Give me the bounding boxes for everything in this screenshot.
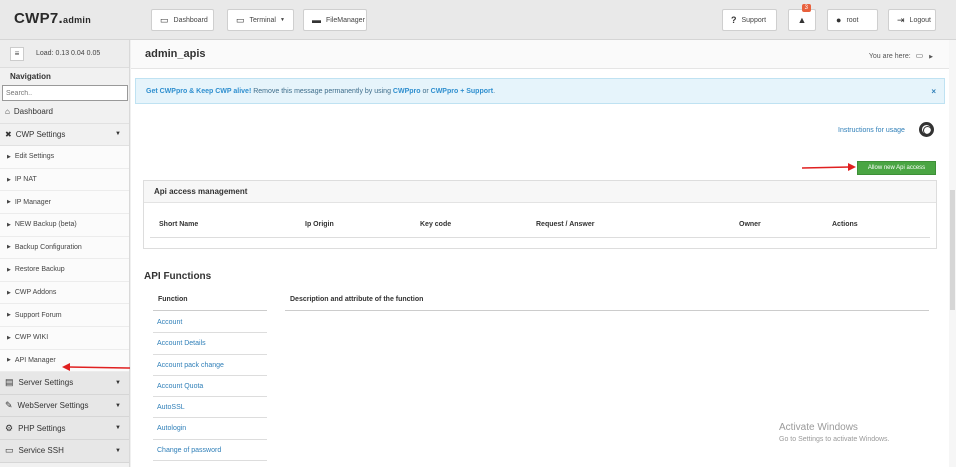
promo-alert: Get CWPpro & Keep CWP alive! Remove this… — [135, 78, 945, 104]
home-icon: ⌂ — [5, 107, 10, 117]
function-link-autologin[interactable]: Autologin — [153, 418, 267, 440]
monitor-icon: ▭ — [5, 445, 14, 456]
function-link-account-details[interactable]: Account Details — [153, 333, 267, 355]
sidebar-subitem-support-forum[interactable]: ▶ Support Forum — [0, 304, 129, 327]
support-button[interactable]: ? Support — [722, 9, 777, 31]
main-content: admin_apis You are here: ▭ ▶ Get CWPpro … — [131, 40, 949, 467]
navigation-heading: Navigation — [10, 72, 51, 81]
monitor-icon: ▭ — [160, 14, 169, 25]
caret-down-icon: ▼ — [115, 425, 121, 432]
allow-new-api-access-button[interactable]: Allow new Api access — [857, 161, 936, 175]
sidebar-subitem-cwp-addons[interactable]: ▶ CWP Addons — [0, 281, 129, 305]
caret-right-icon: ▶ — [7, 176, 11, 183]
fn-desc-divider — [285, 310, 929, 311]
notification-badge: 3 — [801, 4, 811, 12]
server-load: ≡ Load: 0.13 0.04 0.05 — [0, 40, 129, 68]
cwp-logo[interactable]: CWP7.admin — [14, 10, 91, 27]
function-link-account-quota[interactable]: Account Quota — [153, 376, 267, 398]
cwppro-support-link[interactable]: CWPpro + Support — [431, 88, 493, 95]
sidebar-item-webserver-settings[interactable]: ✎ WebServer Settings ▼ — [0, 394, 129, 418]
brush-icon: ✎ — [5, 400, 13, 411]
bell-icon: ▲ — [797, 15, 807, 25]
sidebar-item-service-ssh[interactable]: ▭ Service SSH ▼ — [0, 439, 129, 463]
lifering-icon[interactable] — [919, 122, 934, 137]
function-link-change-of-password[interactable]: Change of password — [153, 440, 267, 462]
alert-close-icon[interactable]: × — [931, 87, 936, 96]
sidebar-subitem-edit-settings[interactable]: ▶ Edit Settings — [0, 146, 129, 169]
caret-down-icon: ▼ — [279, 17, 285, 23]
sidebar: ≡ Load: 0.13 0.04 0.05 Navigation ⌂Dashb… — [0, 40, 130, 467]
user-icon: ● — [836, 15, 842, 25]
col-key-code: Key code — [420, 221, 452, 228]
windows-activation-watermark: Activate Windows Go to Settings to activ… — [779, 422, 890, 443]
caret-right-icon: ▶ — [7, 153, 11, 160]
page-scrollbar[interactable] — [949, 40, 956, 467]
function-link-account-pack-change[interactable]: Account pack change — [153, 355, 267, 376]
page-header: admin_apis You are here: ▭ ▶ — [131, 40, 949, 69]
sidebar-subitem-cwp-wiki[interactable]: ▶ CWP WIKI — [0, 326, 129, 350]
breadcrumb: You are here: ▭ ▶ — [868, 51, 933, 60]
tools-icon: ✖ — [5, 129, 12, 139]
server-icon: ≡ — [10, 46, 24, 61]
caret-right-icon: ▶ — [929, 54, 933, 60]
fn-col-description: Description and attribute of the functio… — [290, 296, 424, 303]
caret-right-icon: ▶ — [7, 199, 11, 206]
terminal-button[interactable]: ▭ Terminal ▼ — [227, 9, 294, 31]
caret-right-icon: ▶ — [7, 244, 11, 251]
sidebar-search-input[interactable] — [2, 85, 128, 101]
col-request-answer: Request / Answer — [536, 221, 595, 228]
server-icon: ▤ — [5, 377, 14, 388]
folder-icon: ▬ — [312, 15, 321, 25]
fn-divider — [153, 310, 267, 311]
col-short-name: Short Name — [159, 221, 199, 228]
gear-icon: ⚙ — [5, 422, 14, 433]
sidebar-subitem-restore-backup[interactable]: ▶ Restore Backup — [0, 259, 129, 282]
caret-down-icon: ▼ — [115, 447, 121, 454]
caret-right-icon: ▶ — [7, 266, 11, 273]
col-ip-origin: Ip Origin — [305, 221, 334, 228]
caret-down-icon: ▼ — [115, 379, 121, 386]
function-link-autossl[interactable]: AutoSSL — [153, 397, 267, 419]
sidebar-item-dashboard[interactable]: ⌂ Dashboard — [0, 101, 129, 124]
logout-button[interactable]: ⇥ Logout — [888, 9, 936, 31]
caret-down-icon: ▼ — [115, 131, 121, 138]
monitor-icon: ▭ — [236, 14, 245, 25]
logout-icon: ⇥ — [897, 14, 905, 25]
annotation-arrow-api-manager — [62, 363, 131, 371]
caret-down-icon: ▼ — [115, 402, 121, 409]
scrollbar-thumb[interactable] — [950, 190, 955, 310]
table-divider — [150, 237, 930, 238]
sidebar-item-server-settings[interactable]: ▤ Server Settings ▼ — [0, 372, 129, 395]
sidebar-subitem-ip-nat[interactable]: ▶ IP NAT — [0, 168, 129, 192]
cwppro-link[interactable]: CWPpro — [393, 88, 421, 95]
dashboard-button[interactable]: ▭ Dashboard — [151, 9, 214, 31]
caret-right-icon: ▶ — [7, 221, 11, 228]
top-header: CWP7.admin ▭ Dashboard ▭ Terminal ▼ ▬ FileM… — [0, 0, 956, 40]
function-list: Account Account Details Account pack cha… — [153, 312, 267, 462]
fn-col-function: Function — [158, 296, 188, 303]
sidebar-item-cwp-settings[interactable]: ✖ CWP Settings ▼ — [0, 124, 129, 147]
caret-right-icon: ▶ — [7, 334, 11, 341]
col-owner: Owner — [739, 221, 761, 228]
annotation-arrow-allow — [801, 163, 856, 171]
caret-right-icon: ▶ — [7, 312, 11, 319]
sidebar-subitem-ip-manager[interactable]: ▶ IP Manager — [0, 191, 129, 214]
page-title: admin_apis — [145, 48, 206, 60]
api-functions-title: API Functions — [144, 271, 212, 282]
sidebar-subitem-backup-configuration[interactable]: ▶ Backup Configuration — [0, 236, 129, 260]
sidebar-item-php-settings[interactable]: ⚙ PHP Settings ▼ — [0, 417, 129, 440]
monitor-icon: ▭ — [915, 51, 924, 60]
instructions-link[interactable]: Instructions for usage — [838, 127, 905, 134]
caret-right-icon: ▶ — [7, 289, 11, 296]
user-menu-button[interactable]: ● root — [827, 9, 878, 31]
question-icon: ? — [731, 15, 737, 25]
notifications-button[interactable]: ▲ 3 — [788, 4, 816, 31]
col-actions: Actions — [832, 221, 858, 228]
filemanager-button[interactable]: ▬ FileManager — [303, 9, 367, 31]
sidebar-subitem-new-backup[interactable]: ▶ NEW Backup (beta) — [0, 213, 129, 237]
function-link-account[interactable]: Account — [153, 312, 267, 334]
api-panel-title: Api access management — [144, 181, 936, 203]
api-access-panel: Api access management Short Name Ip Orig… — [143, 180, 937, 249]
caret-right-icon: ▶ — [7, 357, 11, 364]
